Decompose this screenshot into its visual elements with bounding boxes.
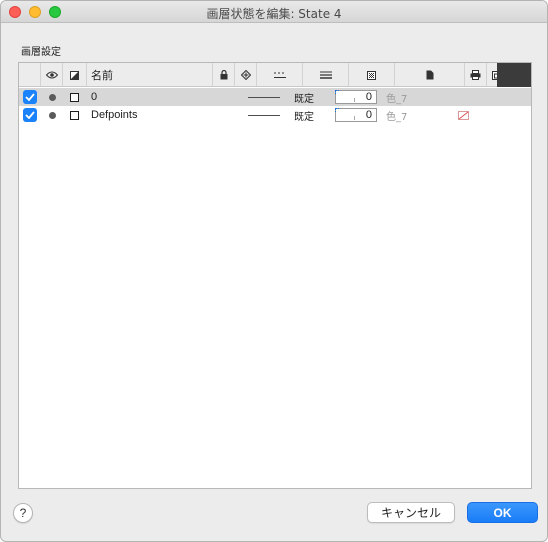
line-sample-icon <box>248 114 280 116</box>
checkbox-checked[interactable] <box>23 108 37 122</box>
cancel-button[interactable]: キャンセル <box>367 502 455 523</box>
tick-mark <box>354 98 355 102</box>
no-plot-toggle[interactable] <box>458 106 469 124</box>
transparency-field[interactable]: 0 <box>335 106 377 124</box>
table-row[interactable]: 0 既定 0 色_7 <box>19 88 531 106</box>
section-label: 画層設定 <box>21 47 61 58</box>
checkbox-checked[interactable] <box>23 90 37 104</box>
transparency-value: 0 <box>365 109 372 121</box>
color-swatch[interactable] <box>70 106 79 124</box>
transparency-field[interactable]: 0 <box>335 88 377 106</box>
layer-state-dialog: 画層状態を編集: State 4 画層設定 名前 0 既定 0 色_7 Defp… <box>0 0 548 542</box>
layer-name: Defpoints <box>91 109 138 121</box>
plotstyle-icon <box>426 70 433 80</box>
table-row[interactable]: Defpoints 既定 0 色_7 <box>19 106 531 124</box>
lineweight-icon <box>319 71 332 79</box>
window-title: 画層状態を編集: State 4 <box>206 7 342 21</box>
header-plot-column[interactable] <box>235 63 257 87</box>
color-swatch[interactable] <box>70 88 79 106</box>
header-on-column[interactable] <box>41 63 63 87</box>
eye-icon <box>45 71 58 79</box>
header-extra-column <box>497 63 531 87</box>
freeze-icon <box>70 70 79 80</box>
color-square-icon <box>70 92 79 102</box>
on-dot-icon <box>49 111 56 119</box>
row-checkbox[interactable] <box>23 106 37 124</box>
color-square-icon <box>70 110 79 120</box>
line-sample-icon <box>248 96 280 98</box>
on-dot-icon <box>49 93 56 101</box>
on-toggle[interactable] <box>49 106 56 124</box>
header-print-column[interactable] <box>465 63 487 87</box>
header-transparency-column[interactable] <box>349 63 395 87</box>
header-lock-column[interactable] <box>213 63 235 87</box>
plot-icon <box>240 70 251 80</box>
header-plotstyle-column[interactable] <box>395 63 465 87</box>
linetype-sample[interactable] <box>248 106 280 124</box>
header-linetype-column[interactable] <box>257 63 303 87</box>
transparency-icon <box>367 70 376 80</box>
header-name-column[interactable]: 名前 <box>87 63 213 87</box>
header-check-column[interactable] <box>19 63 41 87</box>
layer-table: 名前 0 既定 0 色_7 Defpoints 既定 0 色_7 <box>18 62 532 489</box>
checkmark-icon <box>25 111 35 119</box>
plot-style-value: 色_7 <box>386 93 408 105</box>
on-toggle[interactable] <box>49 88 56 106</box>
table-header: 名前 <box>19 63 531 87</box>
help-button[interactable]: ? <box>13 503 33 523</box>
row-checkbox[interactable] <box>23 88 37 106</box>
lineweight-value[interactable]: 既定 <box>294 106 314 124</box>
printer-icon <box>470 70 481 80</box>
layer-name: 0 <box>91 91 98 103</box>
focus-corner-icon <box>335 108 339 112</box>
linetype-icon <box>273 72 286 78</box>
transparency-value: 0 <box>365 91 372 103</box>
no-plot-icon <box>458 110 469 120</box>
checkmark-icon <box>25 93 35 101</box>
ok-button[interactable]: OK <box>467 502 538 523</box>
title-bar: 画層状態を編集: State 4 <box>1 1 547 23</box>
tick-mark <box>354 116 355 120</box>
lock-icon <box>220 70 227 80</box>
lineweight-value[interactable]: 既定 <box>294 88 314 106</box>
linetype-sample[interactable] <box>248 88 280 106</box>
header-lineweight-column[interactable] <box>303 63 349 87</box>
name-column-label: 名前 <box>91 69 113 82</box>
plot-style-value: 色_7 <box>386 111 408 123</box>
focus-corner-icon <box>335 90 339 94</box>
header-freeze-column[interactable] <box>63 63 87 87</box>
